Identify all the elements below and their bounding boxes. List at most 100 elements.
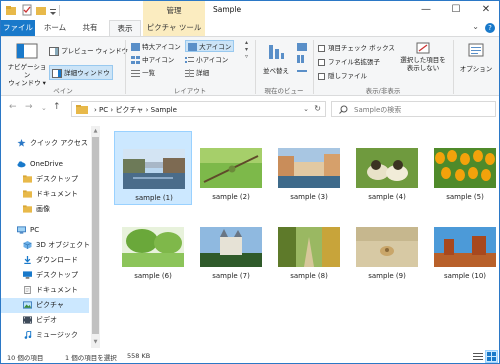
file-name: sample (3)	[290, 193, 328, 201]
thumbnail-image	[123, 149, 185, 189]
tab-view[interactable]: 表示	[109, 20, 141, 36]
file-tile[interactable]: sample (7)	[192, 210, 270, 284]
nav-item-onedrive-documents[interactable]: ドキュメント	[1, 187, 89, 202]
preview-pane-button[interactable]: プレビュー ウィンドウ	[49, 45, 128, 56]
layout-xl-icons-label: 特大アイコン	[142, 43, 181, 51]
breadcrumb-sample[interactable]: Sample	[151, 106, 177, 114]
file-tile[interactable]: sample (5)	[426, 131, 499, 205]
nav-item-documents[interactable]: ドキュメント	[1, 283, 89, 298]
file-tile[interactable]: sample (10)	[426, 210, 499, 284]
breadcrumb-pc[interactable]: PC	[99, 106, 108, 114]
file-name: sample (7)	[212, 272, 250, 280]
recent-locations-icon[interactable]: ⌄	[41, 104, 47, 112]
refresh-icon[interactable]: ↻	[314, 104, 321, 113]
nav-item-label: 3D オブジェクト	[36, 241, 91, 249]
nav-item-onedrive-desktop[interactable]: デスクトップ	[1, 172, 89, 187]
window-title: Sample	[213, 5, 242, 14]
details-pane-button[interactable]: 詳細ウィンドウ	[49, 65, 113, 80]
collapse-ribbon-icon[interactable]: ⌄	[472, 22, 479, 31]
nav-item-videos[interactable]: ビデオ	[1, 313, 89, 328]
nav-item-music[interactable]: ミュージック	[1, 328, 89, 343]
checkbox[interactable]	[318, 58, 325, 66]
nav-item-label: デスクトップ	[36, 175, 78, 183]
search-input[interactable]: Sampleの検索	[331, 101, 496, 117]
nav-item-label: ミュージック	[36, 331, 78, 339]
layout-list[interactable]: 一覧	[131, 67, 155, 77]
item-checkboxes-toggle[interactable]: 項目チェック ボックス	[318, 42, 395, 52]
add-columns-icon[interactable]	[297, 55, 307, 63]
folder-icon	[23, 205, 32, 213]
sort-icon	[269, 45, 284, 59]
file-tile[interactable]: sample (9)	[348, 210, 426, 284]
nav-item-3d-objects[interactable]: 3D オブジェクト	[1, 238, 91, 253]
tab-picture-tools[interactable]: ピクチャ ツール	[143, 20, 205, 36]
layout-medium-icons[interactable]: 中アイコン	[131, 54, 174, 64]
cube-icon	[23, 241, 32, 249]
file-tile[interactable]: sample (1)	[114, 131, 192, 205]
checkbox[interactable]	[318, 72, 325, 80]
file-tile[interactable]: sample (4)	[348, 131, 426, 205]
nav-scroll-thumb[interactable]	[92, 137, 99, 334]
address-bar[interactable]: › PC › ピクチャ › Sample ⌄ ↻	[71, 101, 326, 117]
details-view-icon[interactable]	[473, 352, 483, 361]
layout-small-icons[interactable]: 小アイコン	[185, 54, 228, 64]
maximize-button[interactable]: ☐	[441, 1, 471, 20]
properties-icon[interactable]	[21, 4, 33, 16]
document-icon	[24, 286, 31, 294]
sort-by-button[interactable]: 並べ替え	[259, 41, 293, 81]
help-icon[interactable]: ?	[485, 23, 495, 33]
file-tile[interactable]: sample (8)	[270, 210, 348, 284]
file-extensions-label: ファイル名拡張子	[328, 58, 380, 66]
layout-details[interactable]: 詳細	[185, 67, 209, 77]
ribbon-tabs: ファイル ホーム 共有 表示 ピクチャ ツール ⌄ ?	[1, 20, 499, 36]
nav-item-quick-access[interactable]: クイック アクセス	[1, 136, 89, 151]
nav-scrollbar[interactable]: ▲ ▼	[91, 126, 100, 348]
group-by-icon[interactable]	[297, 43, 307, 51]
layout-details-label: 詳細	[196, 69, 210, 77]
scroll-up-icon[interactable]: ▲	[92, 128, 99, 134]
nav-item-label: ドキュメント	[36, 190, 78, 198]
layout-large-icons[interactable]: 大アイコン	[185, 40, 235, 52]
nav-item-desktop[interactable]: デスクトップ	[1, 268, 89, 283]
close-button[interactable]: ✕	[471, 1, 499, 20]
nav-item-onedrive-images[interactable]: 画像	[1, 202, 89, 217]
hide-selected-button[interactable]: 選択した項目を 表示しない	[397, 41, 449, 83]
details-pane-label: 詳細ウィンドウ	[64, 69, 110, 77]
nav-item-pc[interactable]: PC	[1, 223, 89, 238]
scroll-down-icon[interactable]: ▼	[92, 339, 99, 345]
options-button[interactable]: オプション	[456, 41, 496, 81]
customize-quick-access-icon[interactable]	[48, 4, 58, 16]
file-name: sample (2)	[212, 193, 250, 201]
nav-item-label: ダウンロード	[36, 256, 78, 264]
tab-share[interactable]: 共有	[75, 20, 105, 36]
nav-item-pictures[interactable]: ピクチャ	[1, 298, 89, 313]
up-arrow-icon[interactable]: ↑	[53, 102, 61, 112]
file-extensions-toggle[interactable]: ファイル名拡張子	[318, 56, 380, 66]
options-icon	[468, 43, 484, 57]
size-columns-icon[interactable]	[297, 67, 307, 75]
file-list: sample (1) sample (2) sample (3) sample …	[103, 126, 499, 348]
back-arrow-icon[interactable]: ←	[9, 102, 17, 112]
folder-icon	[6, 6, 16, 15]
hidden-items-toggle[interactable]: 隠しファイル	[318, 70, 367, 80]
file-tile[interactable]: sample (6)	[114, 210, 192, 284]
new-folder-icon[interactable]	[35, 4, 47, 16]
hide-selected-label: 選択した項目を 表示しない	[400, 56, 446, 72]
breadcrumb-pictures[interactable]: ピクチャ	[115, 106, 143, 114]
checkbox[interactable]	[318, 44, 325, 52]
status-bar: 10 個の項目 1 個の項目を選択 558 KB	[1, 348, 499, 363]
address-dropdown-icon[interactable]: ⌄	[303, 105, 309, 113]
minimize-button[interactable]: —	[411, 1, 441, 20]
layout-xl-icons[interactable]: 特大アイコン	[131, 41, 181, 51]
tab-home[interactable]: ホーム	[39, 20, 71, 36]
file-tile[interactable]: sample (2)	[192, 131, 270, 205]
large-icons-view-toggle[interactable]	[485, 350, 498, 363]
nav-item-downloads[interactable]: ダウンロード	[1, 253, 89, 268]
navigation-pane-button[interactable]: ナビゲーション ウィンドウ ▾	[7, 41, 47, 87]
nav-item-onedrive[interactable]: OneDrive	[1, 157, 89, 172]
forward-arrow-icon[interactable]: →	[25, 102, 33, 112]
tab-file[interactable]: ファイル	[1, 20, 35, 36]
file-tile[interactable]: sample (3)	[270, 131, 348, 205]
thumbnail-image	[434, 227, 496, 267]
layout-more-icon[interactable]: ▴ ▾ ▿	[245, 39, 248, 60]
